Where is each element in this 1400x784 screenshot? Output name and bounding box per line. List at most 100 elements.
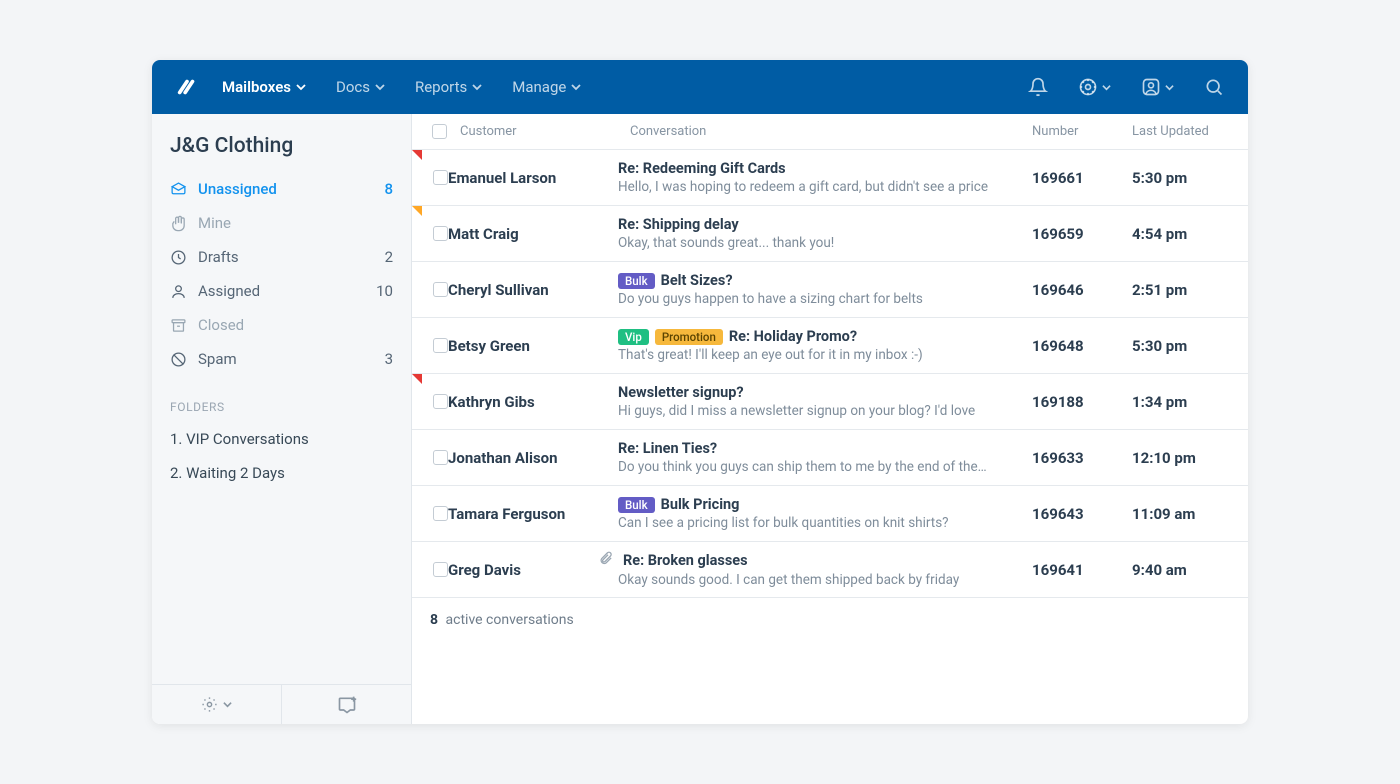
bell-icon[interactable]: [1028, 77, 1048, 97]
conversation-subject: Re: Broken glasses: [623, 552, 748, 569]
conversation-row[interactable]: Greg DavisRe: Broken glassesOkay sounds …: [412, 542, 1248, 598]
folder-label: Unassigned: [198, 180, 277, 198]
folder-count: 3: [385, 350, 393, 368]
select-all-checkbox[interactable]: [432, 124, 447, 139]
conversation-subject: Belt Sizes?: [661, 272, 733, 289]
sidebar-folder-spam[interactable]: Spam 3: [152, 342, 411, 376]
nav-item-manage[interactable]: Manage: [512, 78, 581, 96]
row-checkbox[interactable]: [433, 338, 448, 353]
conversation-row[interactable]: Matt CraigRe: Shipping delayOkay, that s…: [412, 206, 1248, 262]
row-checkbox[interactable]: [433, 394, 448, 409]
conversation-number: 169641: [1032, 561, 1132, 579]
nav-icons: [1028, 77, 1224, 97]
last-updated: 5:30 pm: [1132, 337, 1230, 355]
col-updated[interactable]: Last Updated: [1132, 124, 1230, 139]
folder-label: Mine: [198, 214, 231, 232]
folder-count: 2: [385, 248, 393, 266]
sidebar-folder-mine[interactable]: Mine: [152, 206, 411, 240]
settings-button[interactable]: [152, 685, 282, 724]
col-customer[interactable]: Customer: [460, 124, 630, 139]
customer-name: Cheryl Sullivan: [448, 281, 618, 299]
nav-item-reports[interactable]: Reports: [415, 78, 482, 96]
nav-item-docs[interactable]: Docs: [336, 78, 385, 96]
tag-vip: Vip: [618, 329, 649, 345]
row-checkbox[interactable]: [433, 170, 448, 185]
row-checkbox[interactable]: [433, 226, 448, 241]
mailbox-title: J&G Clothing: [152, 114, 411, 170]
chevron-down-icon: [296, 82, 306, 92]
conversation-preview: Okay sounds good. I can get them shipped…: [618, 572, 988, 588]
sidebar: J&G Clothing Unassigned8 Mine Drafts 2 Assig…: [152, 114, 412, 724]
sidebar-folders: Unassigned8 Mine Drafts 2 Assigned 10 Closed Sp…: [152, 170, 411, 378]
row-checkbox[interactable]: [433, 506, 448, 521]
customer-name: Emanuel Larson: [448, 169, 618, 187]
conversation-cell: Newsletter signup?Hi guys, did I miss a …: [618, 384, 1032, 419]
priority-flag-icon: [412, 206, 422, 216]
tag-bulk: Bulk: [618, 497, 655, 513]
nav-item-label: Manage: [512, 78, 566, 96]
folder-label: Spam: [198, 350, 237, 368]
conversation-row[interactable]: Kathryn GibsNewsletter signup?Hi guys, d…: [412, 374, 1248, 430]
customer-name: Betsy Green: [448, 337, 618, 355]
conversation-number: 169646: [1032, 281, 1132, 299]
ban-icon: [170, 351, 188, 368]
help-icon[interactable]: [1078, 77, 1111, 97]
sidebar-folder-drafts[interactable]: Drafts 2: [152, 240, 411, 274]
last-updated: 4:54 pm: [1132, 225, 1230, 243]
conversation-cell: Re: Shipping delayOkay, that sounds grea…: [618, 216, 1032, 251]
customer-name: Tamara Ferguson: [448, 505, 618, 523]
conversation-number: 169633: [1032, 449, 1132, 467]
sidebar-bottom-bar: [152, 684, 411, 724]
search-icon[interactable]: [1204, 77, 1224, 97]
conversation-row[interactable]: Jonathan AlisonRe: Linen Ties?Do you thi…: [412, 430, 1248, 486]
chevron-down-icon: [375, 82, 385, 92]
nav-item-mailboxes[interactable]: Mailboxes: [222, 78, 306, 96]
row-checkbox[interactable]: [433, 282, 448, 297]
folder-label: Assigned: [198, 282, 260, 300]
folder-count: 10: [376, 282, 393, 300]
priority-flag-icon: [412, 150, 422, 160]
customer-name: Matt Craig: [448, 225, 618, 243]
profile-icon[interactable]: [1141, 77, 1174, 97]
sidebar-folder-assigned[interactable]: Assigned 10: [152, 274, 411, 308]
helpscout-logo-icon[interactable]: [176, 76, 198, 98]
gear-icon: [201, 696, 218, 713]
chevron-down-icon: [1102, 83, 1111, 92]
footer-count: 8: [430, 612, 438, 628]
conversation-subject: Re: Shipping delay: [618, 216, 739, 233]
sidebar-folder-closed[interactable]: Closed: [152, 308, 411, 342]
nav-item-label: Mailboxes: [222, 78, 291, 96]
conversation-number: 169643: [1032, 505, 1132, 523]
col-conversation[interactable]: Conversation: [630, 124, 1032, 139]
draft-icon: [170, 249, 188, 266]
conversation-row[interactable]: Emanuel LarsonRe: Redeeming Gift CardsHe…: [412, 150, 1248, 206]
customer-name: Kathryn Gibs: [448, 393, 618, 411]
nav-item-label: Reports: [415, 78, 467, 96]
app-window: Mailboxes Docs Reports Manage J&G Clothing …: [152, 60, 1248, 724]
folder-label: Closed: [198, 316, 244, 334]
conversation-cell: Re: Redeeming Gift CardsHello, I was hop…: [618, 160, 1032, 195]
folder-label: Drafts: [198, 248, 239, 266]
top-nav: Mailboxes Docs Reports Manage: [152, 60, 1248, 114]
conversation-row[interactable]: Tamara FergusonBulkBulk PricingCan I see…: [412, 486, 1248, 542]
row-checkbox[interactable]: [433, 450, 448, 465]
conversation-cell: VipPromotionRe: Holiday Promo?That's gre…: [618, 328, 1032, 363]
conversation-row[interactable]: Betsy GreenVipPromotionRe: Holiday Promo…: [412, 318, 1248, 374]
new-conversation-button[interactable]: [282, 685, 411, 724]
conversation-row[interactable]: Cheryl SullivanBulkBelt Sizes?Do you guy…: [412, 262, 1248, 318]
custom-folder[interactable]: 1. VIP Conversations: [152, 422, 411, 456]
conversation-cell: Re: Broken glasses Okay sounds good. I ca…: [618, 551, 1032, 588]
custom-folder[interactable]: 2. Waiting 2 Days: [152, 456, 411, 490]
conversation-number: 169659: [1032, 225, 1132, 243]
sidebar-folder-unassigned[interactable]: Unassigned8: [152, 172, 411, 206]
last-updated: 12:10 pm: [1132, 449, 1230, 467]
row-checkbox[interactable]: [433, 562, 448, 577]
conversation-cell: BulkBelt Sizes?Do you guys happen to hav…: [618, 272, 1032, 307]
conversation-list: Emanuel LarsonRe: Redeeming Gift CardsHe…: [412, 150, 1248, 598]
main-content: Customer Conversation Number Last Update…: [412, 114, 1248, 724]
chevron-down-icon: [223, 700, 232, 709]
conversation-subject: Re: Holiday Promo?: [729, 328, 857, 345]
col-number[interactable]: Number: [1032, 124, 1132, 139]
tag-bulk: Bulk: [618, 273, 655, 289]
attachment-icon: [598, 551, 613, 570]
